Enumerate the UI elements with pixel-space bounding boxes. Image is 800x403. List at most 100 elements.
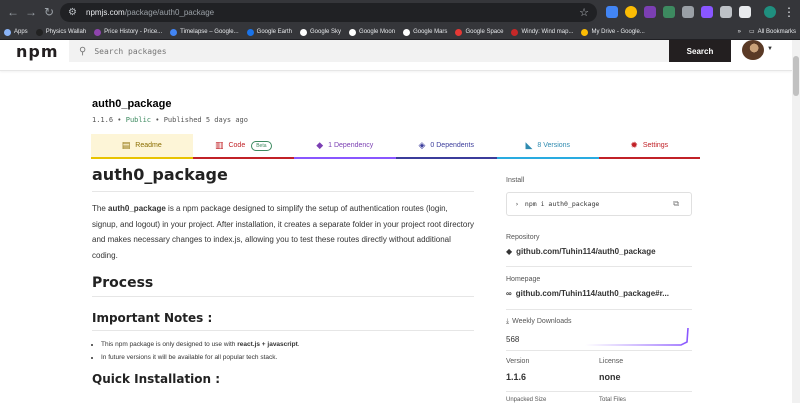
extension-icon[interactable]	[701, 6, 713, 18]
divider	[506, 391, 692, 392]
bookmark-favicon-icon	[581, 28, 589, 36]
bookmark-star-icon[interactable]: ☆	[579, 6, 589, 19]
bookmark-label: Timelapse – Google...	[180, 29, 239, 35]
bookmark-label: My Drive - Google...	[591, 29, 645, 35]
tab-settings[interactable]: ✹ Settings	[598, 134, 700, 159]
repository-label: Repository	[506, 234, 540, 241]
search-icon: ⚲	[79, 45, 87, 57]
back-icon[interactable]: ←	[4, 3, 22, 21]
box-icon: ◆	[316, 140, 324, 150]
bookmark-label: Google Space	[465, 29, 504, 35]
install-label: Install	[506, 177, 525, 184]
unpacked-size-label: Unpacked Size	[506, 397, 547, 403]
extension-icon[interactable]	[720, 6, 732, 18]
bookmark-favicon-icon	[349, 28, 357, 36]
tab-dependencies[interactable]: ◆ 1 Dependency	[294, 134, 396, 159]
all-bookmarks-label: All Bookmarks	[757, 28, 796, 35]
tab-dependents[interactable]: ◈ 0 Dependents	[395, 134, 497, 159]
extensions-puzzle-icon[interactable]	[739, 6, 751, 18]
tab-label: 8 Versions	[537, 142, 571, 149]
search-button[interactable]: Search	[669, 40, 731, 62]
avatar[interactable]	[742, 40, 764, 60]
bookmark-favicon-icon	[403, 28, 411, 36]
folder-icon: ▭	[748, 29, 755, 35]
list-item: In future versions it will be available …	[101, 351, 474, 364]
readme-content: auth0_package The auth0_package is a npm…	[92, 165, 474, 398]
package-title: auth0_package	[92, 98, 172, 110]
scrollbar-thumb[interactable]	[793, 56, 799, 96]
tab-versions[interactable]: ◣ 8 Versions	[497, 134, 599, 159]
tab-readme[interactable]: ▤ Readme	[91, 134, 193, 159]
site-info-icon[interactable]: ⚙	[68, 7, 82, 18]
scrollbar[interactable]	[792, 40, 800, 403]
total-files-label: Total Files	[599, 397, 627, 403]
search-box[interactable]: ⚲	[69, 40, 669, 62]
reload-icon[interactable]: ↻	[40, 3, 58, 21]
weekly-downloads-label: ⤓ Weekly Downloads	[506, 318, 572, 326]
note-text: This npm package is only designed to use…	[101, 341, 238, 348]
notes-heading: Important Notes :	[92, 311, 474, 331]
extension-icon[interactable]	[644, 6, 656, 18]
bookmark-item[interactable]: Physics Wallah	[35, 28, 87, 36]
copy-icon[interactable]: ⧉	[673, 199, 679, 209]
extension-icon[interactable]	[625, 6, 637, 18]
forward-icon[interactable]: →	[22, 3, 40, 21]
npm-header: npm ⚲ Search ▼	[0, 40, 792, 71]
repository-link[interactable]: ◆ github.com/Tuhin114/auth0_package	[506, 247, 656, 256]
chevron-down-icon[interactable]: ▼	[767, 46, 773, 52]
bookmark-item[interactable]: Price History - Price...	[94, 28, 162, 36]
bookmark-item[interactable]: Google Mars	[403, 28, 447, 36]
homepage-link[interactable]: ∞ github.com/Tuhin114/auth0_package#r...	[506, 289, 669, 298]
npm-logo[interactable]: npm	[16, 42, 59, 61]
download-icon: ⤓	[506, 318, 510, 325]
bookmark-label: Physics Wallah	[45, 29, 87, 35]
bookmark-item[interactable]: Google Space	[455, 28, 504, 36]
license-value: none	[599, 372, 621, 382]
bookmark-item[interactable]: Google Sky	[300, 28, 342, 36]
bookmark-item[interactable]: Apps	[4, 28, 28, 36]
tab-label: Code	[228, 142, 246, 149]
extension-icon[interactable]	[606, 6, 618, 18]
bookmark-label: Google Sky	[310, 29, 342, 35]
bookmark-item[interactable]: Timelapse – Google...	[170, 28, 239, 36]
file-icon: ▤	[121, 140, 131, 150]
version-label: Version	[506, 358, 530, 365]
weekly-downloads-value: 568	[506, 335, 520, 344]
bookmark-item[interactable]: Google Earth	[246, 28, 292, 36]
bookmark-item[interactable]: My Drive - Google...	[581, 28, 645, 36]
extension-icon[interactable]	[663, 6, 675, 18]
overflow-chevron-icon[interactable]: »	[738, 29, 741, 35]
bookmark-item[interactable]: Google Moon	[349, 28, 395, 36]
install-command: npm i auth0_package	[524, 200, 600, 208]
tab-code[interactable]: ▥ Code Beta	[192, 134, 294, 159]
tab-label: Readme	[135, 142, 162, 149]
divider	[506, 266, 692, 267]
address-url: npmjs.com/package/auth0_package	[86, 8, 215, 17]
all-bookmarks[interactable]: » ▭ All Bookmarks	[738, 28, 796, 36]
package-tabs: ▤ Readme ▥ Code Beta ◆ 1 Dependency ◈ 0 Depen…	[91, 134, 700, 159]
divider	[506, 309, 692, 310]
install-command-box[interactable]: › npm i auth0_package ⧉	[506, 192, 692, 216]
intro-text: The	[92, 204, 109, 213]
package-published: Published 5 days ago	[163, 116, 248, 124]
separator: •	[155, 116, 160, 124]
homepage-url: github.com/Tuhin114/auth0_package#r...	[515, 289, 669, 298]
search-input[interactable]	[94, 46, 615, 56]
package-version: 1.1.6	[92, 116, 114, 124]
weekly-downloads-text: Weekly Downloads	[512, 318, 572, 325]
bookmark-favicon-icon	[94, 28, 102, 36]
extension-icon[interactable]	[682, 6, 694, 18]
tab-label: 1 Dependency	[328, 142, 374, 149]
bookmark-favicon-icon	[455, 28, 463, 36]
install-heading: Quick Installation :	[92, 372, 221, 386]
browser-toolbar: ← → ↻ ⚙ npmjs.com/package/auth0_package …	[0, 0, 800, 25]
address-bar[interactable]: ⚙ npmjs.com/package/auth0_package ☆	[60, 3, 597, 22]
package-visibility: Public	[125, 116, 152, 124]
version-value: 1.1.6	[506, 372, 527, 382]
bookmark-favicon-icon	[4, 28, 11, 36]
profile-icon[interactable]	[764, 6, 776, 18]
menu-icon[interactable]: ⋮	[780, 3, 798, 21]
bookmark-item[interactable]: Windy: Wind map...	[511, 28, 573, 36]
gear-icon: ✹	[630, 140, 638, 150]
boxes-icon: ◈	[418, 140, 426, 150]
